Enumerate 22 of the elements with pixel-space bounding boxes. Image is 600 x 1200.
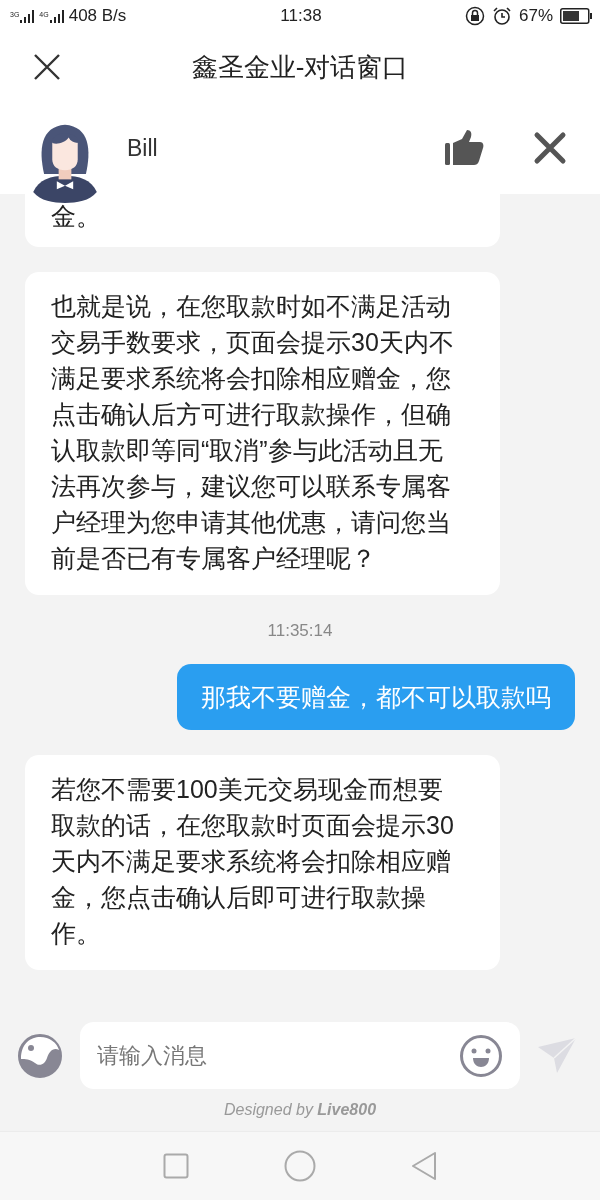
signal-icon [49, 8, 64, 23]
home-icon[interactable] [284, 1149, 316, 1182]
battery-percent: 67% [518, 5, 553, 26]
signal-icon [20, 8, 35, 23]
agent-message: 金。 [25, 193, 500, 247]
rotation-lock-icon [464, 5, 485, 26]
alarm-icon [491, 5, 512, 26]
clock-time: 11:38 [280, 5, 322, 25]
emoji-icon[interactable] [459, 1034, 503, 1079]
recent-apps-icon[interactable] [162, 1152, 189, 1179]
window-title: 鑫圣金业-对话窗口 [191, 50, 409, 84]
agent-message: 也就是说，在您取款时如不满足活动交易手数要求，页面会提示30天内不满足要求系统将会扣除相应赠金，您点击确认后方可进行取款操作，但确认取款即等同“取消”参与此活动且无法再次参与，建议您可以联系专属客户经理为您申请其他优惠，请问您当前是否已有专属客户经理呢？ [25, 271, 500, 595]
battery-icon [560, 7, 592, 24]
user-message: 那我不要赠金，都不可以取款吗 [177, 663, 575, 730]
timestamp: 11:35:14 [267, 620, 333, 641]
image-icon[interactable] [17, 1032, 63, 1079]
network-speed: 408 B/s [68, 5, 127, 26]
agent-name: Bill [127, 134, 159, 162]
back-icon[interactable] [411, 1150, 438, 1181]
message-input-field[interactable]: 请输入消息 [80, 1022, 520, 1090]
credit-text: Designed by Live800 [223, 1101, 377, 1119]
agent-message: 若您不需要100美元交易现金而想要取款的话，在您取款时页面会提示30天内不满足要求系统将会扣除相应赠金，您点击确认后即可进行取款操作。 [25, 754, 500, 970]
